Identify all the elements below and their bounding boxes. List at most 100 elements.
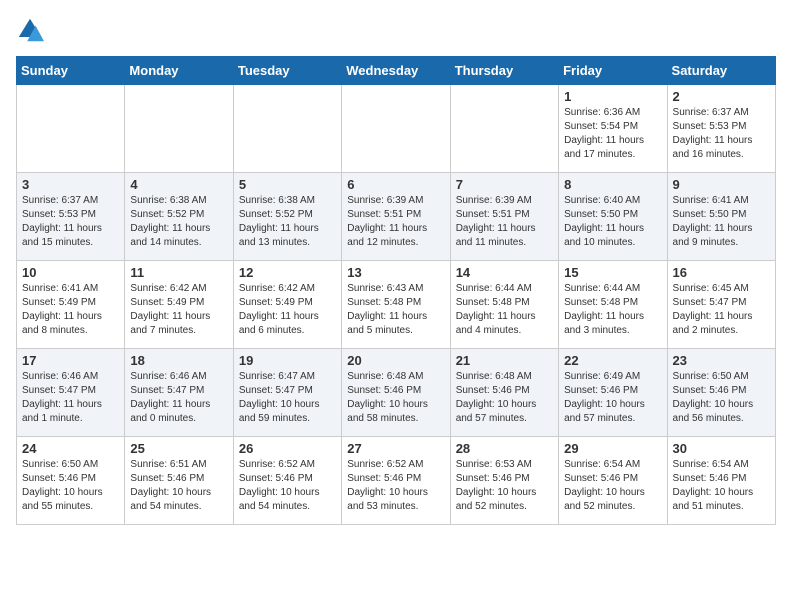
calendar-cell xyxy=(233,85,341,173)
calendar-cell: 3 Sunrise: 6:37 AM Sunset: 5:53 PM Daylig… xyxy=(17,173,125,261)
weekday-header-wednesday: Wednesday xyxy=(342,57,450,85)
day-info: Sunrise: 6:39 AM Sunset: 5:51 PM Dayligh… xyxy=(456,194,553,250)
calendar-cell xyxy=(125,85,233,173)
day-number: 10 xyxy=(22,265,119,280)
day-info: Sunrise: 6:50 AM Sunset: 5:46 PM Dayligh… xyxy=(22,458,119,514)
day-info: Sunrise: 6:47 AM Sunset: 5:47 PM Dayligh… xyxy=(239,370,336,426)
calendar-cell: 30 Sunrise: 6:54 AM Sunset: 5:46 PM Dayli… xyxy=(667,437,775,525)
day-info: Sunrise: 6:52 AM Sunset: 5:46 PM Dayligh… xyxy=(239,458,336,514)
day-number: 20 xyxy=(347,353,444,368)
calendar-cell: 18 Sunrise: 6:46 AM Sunset: 5:47 PM Dayli… xyxy=(125,349,233,437)
day-number: 6 xyxy=(347,177,444,192)
weekday-header-friday: Friday xyxy=(559,57,667,85)
day-number: 7 xyxy=(456,177,553,192)
calendar-week-3: 10Sunrise: 6:41 AM Sunset: 5:49 PM Dayli… xyxy=(17,261,776,349)
calendar-cell xyxy=(450,85,558,173)
day-number: 2 xyxy=(673,89,770,104)
calendar-cell: 29 Sunrise: 6:54 AM Sunset: 5:46 PM Dayli… xyxy=(559,437,667,525)
calendar-cell: 15Sunrise: 6:44 AM Sunset: 5:48 PM Dayli… xyxy=(559,261,667,349)
calendar-cell: 7 Sunrise: 6:39 AM Sunset: 5:51 PM Daylig… xyxy=(450,173,558,261)
calendar-cell: 14Sunrise: 6:44 AM Sunset: 5:48 PM Dayli… xyxy=(450,261,558,349)
calendar-week-1: 1 Sunrise: 6:36 AM Sunset: 5:54 PM Daylig… xyxy=(17,85,776,173)
calendar-cell: 10Sunrise: 6:41 AM Sunset: 5:49 PM Dayli… xyxy=(17,261,125,349)
day-info: Sunrise: 6:38 AM Sunset: 5:52 PM Dayligh… xyxy=(130,194,227,250)
day-number: 27 xyxy=(347,441,444,456)
calendar-table: SundayMondayTuesdayWednesdayThursdayFrid… xyxy=(16,56,776,525)
weekday-header-saturday: Saturday xyxy=(667,57,775,85)
day-info: Sunrise: 6:43 AM Sunset: 5:48 PM Dayligh… xyxy=(347,282,444,338)
day-info: Sunrise: 6:49 AM Sunset: 5:46 PM Dayligh… xyxy=(564,370,661,426)
day-number: 23 xyxy=(673,353,770,368)
day-info: Sunrise: 6:44 AM Sunset: 5:48 PM Dayligh… xyxy=(456,282,553,338)
calendar-cell: 9 Sunrise: 6:41 AM Sunset: 5:50 PM Daylig… xyxy=(667,173,775,261)
calendar-cell: 19 Sunrise: 6:47 AM Sunset: 5:47 PM Dayli… xyxy=(233,349,341,437)
day-number: 29 xyxy=(564,441,661,456)
calendar-cell: 13Sunrise: 6:43 AM Sunset: 5:48 PM Dayli… xyxy=(342,261,450,349)
day-info: Sunrise: 6:37 AM Sunset: 5:53 PM Dayligh… xyxy=(673,106,770,162)
day-info: Sunrise: 6:53 AM Sunset: 5:46 PM Dayligh… xyxy=(456,458,553,514)
calendar-cell: 1 Sunrise: 6:36 AM Sunset: 5:54 PM Daylig… xyxy=(559,85,667,173)
day-info: Sunrise: 6:36 AM Sunset: 5:54 PM Dayligh… xyxy=(564,106,661,162)
calendar-cell: 5Sunrise: 6:38 AM Sunset: 5:52 PM Daylig… xyxy=(233,173,341,261)
day-number: 9 xyxy=(673,177,770,192)
day-number: 12 xyxy=(239,265,336,280)
day-info: Sunrise: 6:41 AM Sunset: 5:50 PM Dayligh… xyxy=(673,194,770,250)
day-number: 21 xyxy=(456,353,553,368)
day-number: 11 xyxy=(130,265,227,280)
calendar-cell: 24Sunrise: 6:50 AM Sunset: 5:46 PM Dayli… xyxy=(17,437,125,525)
calendar-cell: 2 Sunrise: 6:37 AM Sunset: 5:53 PM Daylig… xyxy=(667,85,775,173)
calendar-cell: 8 Sunrise: 6:40 AM Sunset: 5:50 PM Daylig… xyxy=(559,173,667,261)
day-number: 26 xyxy=(239,441,336,456)
day-info: Sunrise: 6:46 AM Sunset: 5:47 PM Dayligh… xyxy=(22,370,119,426)
day-number: 18 xyxy=(130,353,227,368)
calendar-week-4: 17 Sunrise: 6:46 AM Sunset: 5:47 PM Dayli… xyxy=(17,349,776,437)
day-info: Sunrise: 6:48 AM Sunset: 5:46 PM Dayligh… xyxy=(456,370,553,426)
day-info: Sunrise: 6:54 AM Sunset: 5:46 PM Dayligh… xyxy=(673,458,770,514)
day-number: 3 xyxy=(22,177,119,192)
day-info: Sunrise: 6:48 AM Sunset: 5:46 PM Dayligh… xyxy=(347,370,444,426)
day-number: 28 xyxy=(456,441,553,456)
calendar-cell: 28 Sunrise: 6:53 AM Sunset: 5:46 PM Dayli… xyxy=(450,437,558,525)
day-info: Sunrise: 6:37 AM Sunset: 5:53 PM Dayligh… xyxy=(22,194,119,250)
day-info: Sunrise: 6:46 AM Sunset: 5:47 PM Dayligh… xyxy=(130,370,227,426)
calendar-cell xyxy=(342,85,450,173)
day-info: Sunrise: 6:45 AM Sunset: 5:47 PM Dayligh… xyxy=(673,282,770,338)
day-number: 25 xyxy=(130,441,227,456)
weekday-header-tuesday: Tuesday xyxy=(233,57,341,85)
day-info: Sunrise: 6:51 AM Sunset: 5:46 PM Dayligh… xyxy=(130,458,227,514)
day-info: Sunrise: 6:54 AM Sunset: 5:46 PM Dayligh… xyxy=(564,458,661,514)
calendar-cell: 26 Sunrise: 6:52 AM Sunset: 5:46 PM Dayli… xyxy=(233,437,341,525)
day-number: 19 xyxy=(239,353,336,368)
calendar-cell: 25 Sunrise: 6:51 AM Sunset: 5:46 PM Dayli… xyxy=(125,437,233,525)
calendar-cell: 23 Sunrise: 6:50 AM Sunset: 5:46 PM Dayli… xyxy=(667,349,775,437)
calendar-cell: 6 Sunrise: 6:39 AM Sunset: 5:51 PM Daylig… xyxy=(342,173,450,261)
weekday-header-monday: Monday xyxy=(125,57,233,85)
calendar-week-5: 24Sunrise: 6:50 AM Sunset: 5:46 PM Dayli… xyxy=(17,437,776,525)
calendar-cell: 21 Sunrise: 6:48 AM Sunset: 5:46 PM Dayli… xyxy=(450,349,558,437)
calendar-week-2: 3 Sunrise: 6:37 AM Sunset: 5:53 PM Daylig… xyxy=(17,173,776,261)
day-number: 22 xyxy=(564,353,661,368)
logo-icon xyxy=(16,16,44,44)
day-number: 8 xyxy=(564,177,661,192)
day-info: Sunrise: 6:52 AM Sunset: 5:46 PM Dayligh… xyxy=(347,458,444,514)
calendar-cell xyxy=(17,85,125,173)
calendar-cell: 22 Sunrise: 6:49 AM Sunset: 5:46 PM Dayli… xyxy=(559,349,667,437)
calendar-cell: 4Sunrise: 6:38 AM Sunset: 5:52 PM Daylig… xyxy=(125,173,233,261)
header xyxy=(16,16,776,44)
day-info: Sunrise: 6:39 AM Sunset: 5:51 PM Dayligh… xyxy=(347,194,444,250)
weekday-header-sunday: Sunday xyxy=(17,57,125,85)
weekday-header-row: SundayMondayTuesdayWednesdayThursdayFrid… xyxy=(17,57,776,85)
day-number: 30 xyxy=(673,441,770,456)
calendar-cell: 12 Sunrise: 6:42 AM Sunset: 5:49 PM Dayli… xyxy=(233,261,341,349)
day-info: Sunrise: 6:42 AM Sunset: 5:49 PM Dayligh… xyxy=(130,282,227,338)
day-number: 17 xyxy=(22,353,119,368)
day-info: Sunrise: 6:40 AM Sunset: 5:50 PM Dayligh… xyxy=(564,194,661,250)
day-info: Sunrise: 6:42 AM Sunset: 5:49 PM Dayligh… xyxy=(239,282,336,338)
day-number: 16 xyxy=(673,265,770,280)
day-info: Sunrise: 6:44 AM Sunset: 5:48 PM Dayligh… xyxy=(564,282,661,338)
calendar-cell: 27 Sunrise: 6:52 AM Sunset: 5:46 PM Dayli… xyxy=(342,437,450,525)
calendar-cell: 17 Sunrise: 6:46 AM Sunset: 5:47 PM Dayli… xyxy=(17,349,125,437)
day-number: 1 xyxy=(564,89,661,104)
day-info: Sunrise: 6:50 AM Sunset: 5:46 PM Dayligh… xyxy=(673,370,770,426)
day-info: Sunrise: 6:38 AM Sunset: 5:52 PM Dayligh… xyxy=(239,194,336,250)
